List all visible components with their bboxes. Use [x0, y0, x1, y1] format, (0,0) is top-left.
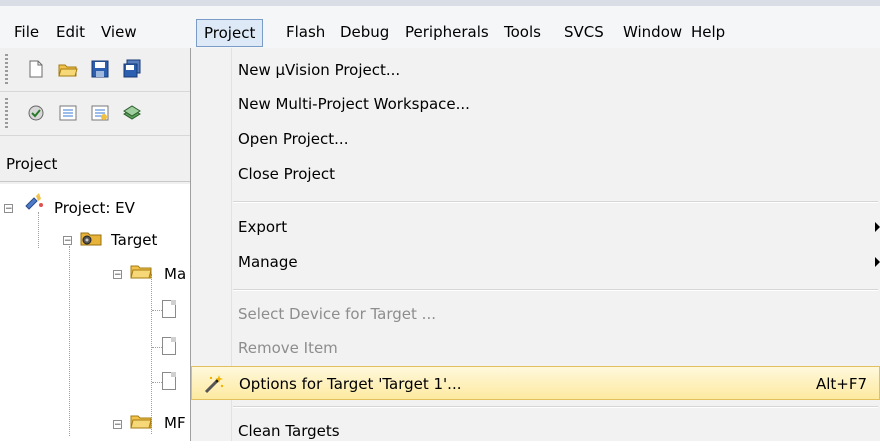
menu-item-label: New Multi-Project Workspace...	[238, 95, 470, 113]
menu-item-label: Manage	[238, 253, 298, 271]
menu-separator	[233, 406, 878, 408]
submenu-arrow-icon	[875, 257, 880, 267]
rebuild-icon[interactable]	[90, 103, 110, 123]
menu-debug[interactable]: Debug	[333, 19, 396, 47]
project-panel-title: Project	[0, 146, 190, 182]
source-file-icon[interactable]	[162, 300, 176, 318]
menu-item-label: Open Project...	[238, 130, 349, 148]
menu-item-label: Export	[238, 218, 288, 236]
save-icon[interactable]	[90, 59, 110, 79]
target-collapse-toggle[interactable]: −	[63, 236, 72, 246]
tree-line	[152, 382, 162, 383]
menu-edit[interactable]: Edit	[49, 19, 92, 47]
menu-item-label: Options for Target 'Target 1'...	[239, 375, 462, 393]
menu-item-label: Close Project	[238, 165, 335, 183]
menu-svcs[interactable]: SVCS	[557, 19, 611, 47]
target-folder-icon	[80, 232, 102, 246]
menu-item-shortcut: Alt+F7	[815, 375, 867, 393]
source-file-icon[interactable]	[162, 372, 176, 390]
tree-line	[152, 347, 162, 348]
project-menu-dropdown: New µVision Project... New Multi-Project…	[190, 48, 880, 441]
menu-item-remove-item: Remove Item	[191, 331, 880, 365]
menu-item-label: Clean Targets	[238, 422, 340, 440]
toolbar-grip[interactable]	[5, 54, 8, 84]
menu-item-options-for-target[interactable]: Options for Target 'Target 1'... Alt+F7	[191, 366, 880, 400]
translate-icon[interactable]	[26, 103, 46, 123]
group-collapse-toggle[interactable]: −	[113, 270, 122, 280]
menu-item-select-device: Select Device for Target ...	[191, 297, 880, 331]
group-collapse-toggle[interactable]: −	[113, 420, 122, 430]
submenu-arrow-icon	[875, 222, 880, 232]
build-icon[interactable]	[58, 103, 78, 123]
project-icon	[25, 193, 43, 210]
tree-line	[151, 274, 152, 434]
group-folder-icon	[130, 265, 152, 279]
menu-file[interactable]: File	[7, 19, 46, 47]
menu-view[interactable]: View	[94, 19, 144, 47]
file-toolbar	[0, 48, 190, 92]
menu-item-new-uvision-project[interactable]: New µVision Project...	[191, 53, 880, 87]
menu-item-export[interactable]: Export	[191, 210, 880, 244]
tree-target-label[interactable]: Target	[111, 229, 157, 251]
menu-flash[interactable]: Flash	[279, 19, 332, 47]
project-tree: − Project: EV − Target − Ma − MF	[0, 184, 190, 441]
menu-project[interactable]: Project	[196, 19, 264, 47]
tree-line	[38, 212, 39, 248]
tree-group-label[interactable]: Ma	[164, 263, 186, 285]
batch-build-icon[interactable]	[122, 103, 142, 123]
new-file-icon[interactable]	[26, 59, 46, 79]
menu-help[interactable]: Help	[684, 19, 732, 47]
menu-item-open-project[interactable]: Open Project...	[191, 122, 880, 156]
toolbar-grip[interactable]	[5, 98, 8, 128]
root-collapse-toggle[interactable]: −	[4, 204, 13, 214]
menu-item-label: Remove Item	[238, 339, 338, 357]
menu-item-label: New µVision Project...	[238, 61, 401, 79]
menu-separator	[233, 201, 878, 203]
group-folder-icon	[130, 415, 152, 429]
tree-group-label[interactable]: MF	[164, 412, 186, 434]
menu-item-label: Select Device for Target ...	[238, 305, 436, 323]
tree-root-label[interactable]: Project: EV	[54, 197, 135, 219]
menu-item-manage[interactable]: Manage	[191, 245, 880, 279]
menu-window[interactable]: Window	[616, 19, 689, 47]
magic-wand-icon	[204, 375, 224, 394]
menu-separator	[233, 289, 878, 291]
left-panel: Project − Project: EV − Target − Ma − MF	[0, 48, 190, 441]
tree-line	[152, 310, 162, 311]
menu-peripherals[interactable]: Peripherals	[398, 19, 496, 47]
menu-item-clean-targets[interactable]: Clean Targets	[191, 414, 880, 448]
menu-tools[interactable]: Tools	[497, 19, 548, 47]
tree-line	[69, 246, 70, 436]
open-folder-icon[interactable]	[58, 59, 78, 79]
build-toolbar	[0, 92, 190, 136]
source-file-icon[interactable]	[162, 337, 176, 355]
save-all-icon[interactable]	[122, 59, 142, 79]
menu-bar: File Edit View Project Flash Debug Perip…	[0, 0, 880, 48]
menu-item-new-multi-project-workspace[interactable]: New Multi-Project Workspace...	[191, 87, 880, 121]
menu-item-close-project[interactable]: Close Project	[191, 157, 880, 191]
